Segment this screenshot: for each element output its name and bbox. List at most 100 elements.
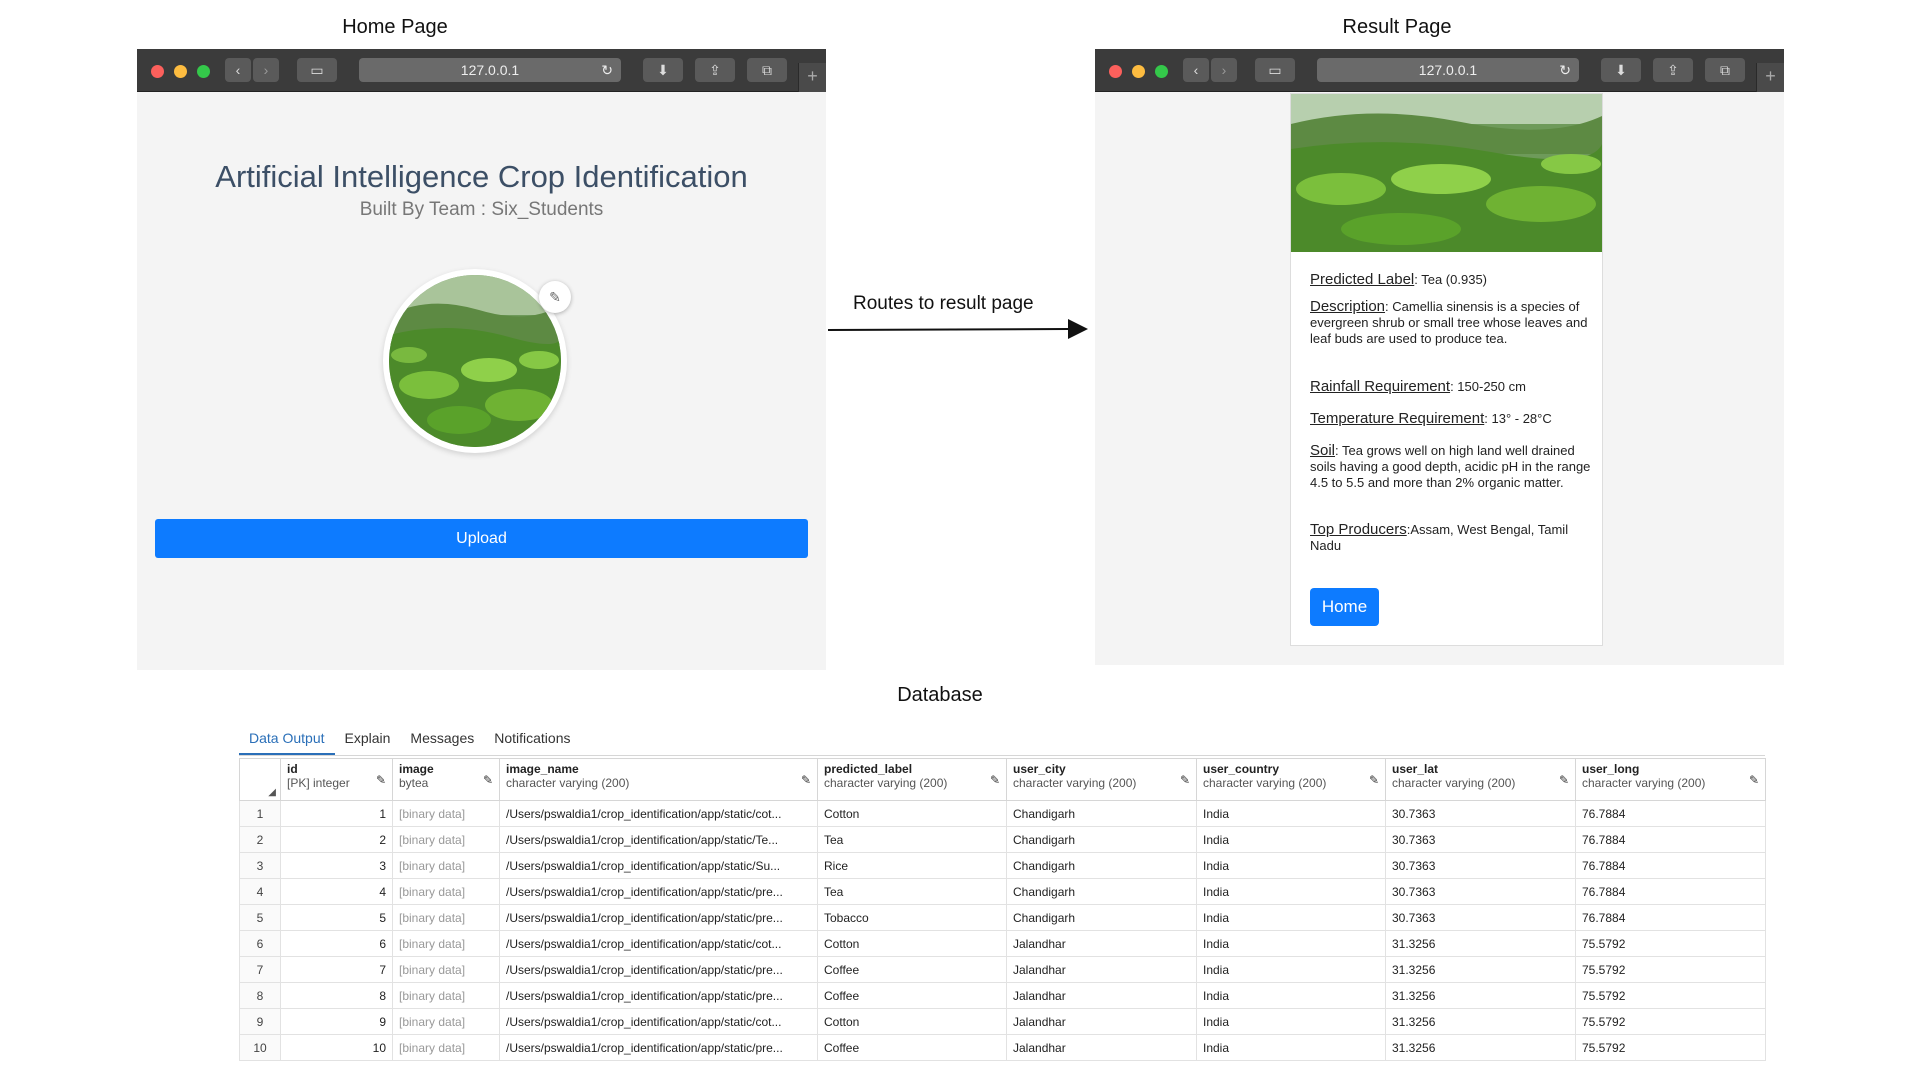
- minimize-dot[interactable]: [174, 65, 187, 78]
- table-cell[interactable]: Jalandhar: [1006, 1034, 1197, 1061]
- tabs-icon[interactable]: ⧉: [747, 58, 787, 82]
- table-cell[interactable]: Jalandhar: [1006, 1008, 1197, 1035]
- sidebar-icon[interactable]: ▭: [1255, 58, 1295, 82]
- table-cell[interactable]: [binary data]: [392, 826, 500, 853]
- column-header[interactable]: user_long character varying (200) ✎: [1575, 758, 1766, 801]
- url-bar[interactable]: 127.0.0.1 ↻: [1317, 58, 1579, 82]
- table-cell[interactable]: Coffee: [817, 1034, 1007, 1061]
- table-cell[interactable]: 7: [280, 956, 393, 983]
- edit-pencil-icon[interactable]: ✎: [990, 773, 1000, 787]
- minimize-dot[interactable]: [1132, 65, 1145, 78]
- table-cell[interactable]: 8: [280, 982, 393, 1009]
- edit-pencil-icon[interactable]: ✎: [376, 773, 386, 787]
- table-cell[interactable]: Coffee: [817, 982, 1007, 1009]
- table-cell[interactable]: Chandigarh: [1006, 878, 1197, 905]
- home-button[interactable]: Home: [1310, 588, 1379, 626]
- reload-icon[interactable]: ↻: [1559, 58, 1571, 82]
- table-cell[interactable]: Chandigarh: [1006, 904, 1197, 931]
- tab-messages[interactable]: Messages: [400, 725, 484, 755]
- table-cell[interactable]: Cotton: [817, 800, 1007, 827]
- table-cell[interactable]: 75.5792: [1575, 1008, 1766, 1035]
- column-header[interactable]: user_lat character varying (200) ✎: [1385, 758, 1576, 801]
- table-row[interactable]: 9 9 [binary data]/Users/pswaldia1/crop_ide…: [239, 1008, 1766, 1035]
- table-cell[interactable]: 6: [280, 930, 393, 957]
- back-arrow-icon[interactable]: ‹: [1183, 58, 1209, 82]
- table-cell[interactable]: /Users/pswaldia1/crop_identification/app…: [499, 956, 818, 983]
- table-cell[interactable]: 75.5792: [1575, 956, 1766, 983]
- table-cell[interactable]: Tea: [817, 826, 1007, 853]
- table-cell[interactable]: India: [1196, 852, 1386, 879]
- table-cell[interactable]: 4: [280, 878, 393, 905]
- table-row[interactable]: 2 2 [binary data]/Users/pswaldia1/crop_ide…: [239, 826, 1766, 853]
- column-header[interactable]: user_country character varying (200) ✎: [1196, 758, 1386, 801]
- tab-explain[interactable]: Explain: [335, 725, 401, 755]
- tab-notifications[interactable]: Notifications: [484, 725, 580, 755]
- table-cell[interactable]: Rice: [817, 852, 1007, 879]
- new-tab-icon[interactable]: +: [1756, 63, 1784, 92]
- table-cell[interactable]: /Users/pswaldia1/crop_identification/app…: [499, 878, 818, 905]
- table-cell[interactable]: 31.3256: [1385, 1008, 1576, 1035]
- close-dot[interactable]: [1109, 65, 1122, 78]
- table-row[interactable]: 6 6 [binary data]/Users/pswaldia1/crop_ide…: [239, 930, 1766, 957]
- table-cell[interactable]: 31.3256: [1385, 982, 1576, 1009]
- new-tab-icon[interactable]: +: [798, 63, 826, 92]
- table-cell[interactable]: 5: [280, 904, 393, 931]
- upload-button[interactable]: Upload: [155, 519, 808, 558]
- edit-pencil-icon[interactable]: ✎: [801, 773, 811, 787]
- maximize-dot[interactable]: [197, 65, 210, 78]
- table-cell[interactable]: 9: [280, 1008, 393, 1035]
- table-cell[interactable]: /Users/pswaldia1/crop_identification/app…: [499, 852, 818, 879]
- table-cell[interactable]: 10: [280, 1034, 393, 1061]
- table-row[interactable]: 1 1 [binary data]/Users/pswaldia1/crop_ide…: [239, 800, 1766, 827]
- table-cell[interactable]: India: [1196, 904, 1386, 931]
- url-bar[interactable]: 127.0.0.1 ↻: [359, 58, 621, 82]
- tab-data-output[interactable]: Data Output: [239, 725, 335, 755]
- table-cell[interactable]: 30.7363: [1385, 878, 1576, 905]
- table-row[interactable]: 4 4 [binary data]/Users/pswaldia1/crop_ide…: [239, 878, 1766, 905]
- table-row[interactable]: 10 10 [binary data]/Users/pswaldia1/crop_i…: [239, 1034, 1766, 1061]
- column-header[interactable]: user_city character varying (200) ✎: [1006, 758, 1197, 801]
- edit-pencil-icon[interactable]: ✎: [1369, 773, 1379, 787]
- table-row[interactable]: 8 8 [binary data]/Users/pswaldia1/crop_ide…: [239, 982, 1766, 1009]
- table-cell[interactable]: 31.3256: [1385, 1034, 1576, 1061]
- table-cell[interactable]: India: [1196, 800, 1386, 827]
- share-icon[interactable]: ⇪: [1653, 58, 1693, 82]
- table-cell[interactable]: [binary data]: [392, 982, 500, 1009]
- close-dot[interactable]: [151, 65, 164, 78]
- table-cell[interactable]: 30.7363: [1385, 904, 1576, 931]
- table-cell[interactable]: Chandigarh: [1006, 800, 1197, 827]
- column-header[interactable]: image bytea ✎: [392, 758, 500, 801]
- edit-pencil-icon[interactable]: ✎: [539, 281, 571, 313]
- edit-pencil-icon[interactable]: ✎: [483, 773, 493, 787]
- column-header[interactable]: id [PK] integer ✎: [280, 758, 393, 801]
- share-icon[interactable]: ⇪: [695, 58, 735, 82]
- forward-arrow-icon[interactable]: ›: [1211, 58, 1237, 82]
- table-cell[interactable]: [binary data]: [392, 930, 500, 957]
- table-cell[interactable]: 31.3256: [1385, 930, 1576, 957]
- forward-arrow-icon[interactable]: ›: [253, 58, 279, 82]
- table-cell[interactable]: Cotton: [817, 930, 1007, 957]
- edit-pencil-icon[interactable]: ✎: [1559, 773, 1569, 787]
- table-cell[interactable]: 76.7884: [1575, 826, 1766, 853]
- table-cell[interactable]: 76.7884: [1575, 904, 1766, 931]
- table-cell[interactable]: /Users/pswaldia1/crop_identification/app…: [499, 930, 818, 957]
- table-cell[interactable]: 75.5792: [1575, 982, 1766, 1009]
- table-cell[interactable]: 2: [280, 826, 393, 853]
- table-cell[interactable]: 1: [280, 800, 393, 827]
- table-cell[interactable]: India: [1196, 982, 1386, 1009]
- maximize-dot[interactable]: [1155, 65, 1168, 78]
- table-cell[interactable]: 30.7363: [1385, 800, 1576, 827]
- table-cell[interactable]: [binary data]: [392, 800, 500, 827]
- table-cell[interactable]: [binary data]: [392, 904, 500, 931]
- table-cell[interactable]: /Users/pswaldia1/crop_identification/app…: [499, 982, 818, 1009]
- table-row[interactable]: 7 7 [binary data]/Users/pswaldia1/crop_ide…: [239, 956, 1766, 983]
- table-cell[interactable]: India: [1196, 1034, 1386, 1061]
- sidebar-icon[interactable]: ▭: [297, 58, 337, 82]
- table-cell[interactable]: Chandigarh: [1006, 826, 1197, 853]
- table-cell[interactable]: 76.7884: [1575, 800, 1766, 827]
- table-cell[interactable]: [binary data]: [392, 852, 500, 879]
- column-header[interactable]: image_name character varying (200) ✎: [499, 758, 818, 801]
- table-cell[interactable]: Jalandhar: [1006, 956, 1197, 983]
- table-cell[interactable]: Tea: [817, 878, 1007, 905]
- reload-icon[interactable]: ↻: [601, 58, 613, 82]
